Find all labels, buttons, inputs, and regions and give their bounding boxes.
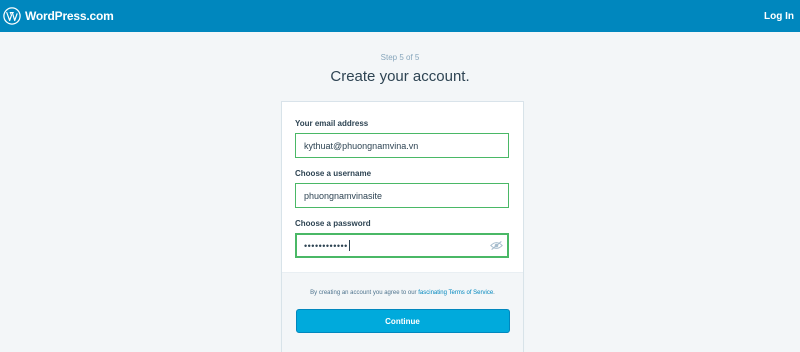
card-footer: By creating an account you agree to our …	[282, 272, 523, 352]
password-value: ••••••••••••	[304, 240, 348, 251]
brand[interactable]: WordPress.com	[3, 7, 114, 25]
signup-card: Your email address kythuat@phuongnamvina…	[282, 102, 523, 352]
username-label: Choose a username	[295, 169, 372, 178]
masterbar: WordPress.com Log In	[0, 0, 800, 32]
email-label: Your email address	[295, 119, 369, 128]
text-caret	[348, 240, 350, 251]
signup-form: Your email address kythuat@phuongnamvina…	[282, 102, 523, 258]
brand-name: WordPress.com	[25, 9, 114, 23]
password-field[interactable]: ••••••••••••	[295, 233, 509, 258]
password-label: Choose a password	[295, 219, 371, 228]
terms-notice: By creating an account you agree to our …	[282, 290, 523, 296]
terms-link[interactable]: fascinating Terms of Service	[418, 290, 493, 296]
login-link[interactable]: Log In	[764, 11, 794, 22]
terms-prefix: By creating an account you agree to our	[310, 290, 419, 296]
username-field[interactable]: phuongnamvinasite	[295, 183, 509, 208]
eye-hidden-icon[interactable]	[490, 240, 503, 251]
wordpress-logo-icon	[3, 7, 21, 25]
username-value: phuongnamvinasite	[304, 190, 383, 201]
continue-button[interactable]: Continue	[295, 309, 510, 333]
email-field[interactable]: kythuat@phuongnamvina.vn	[295, 133, 509, 158]
email-value: kythuat@phuongnamvina.vn	[304, 140, 419, 151]
password-wrapper: ••••••••••••	[295, 233, 510, 258]
page-title: Create your account.	[330, 68, 470, 85]
terms-suffix: .	[493, 290, 495, 296]
step-indicator: Step 5 of 5	[380, 53, 420, 62]
